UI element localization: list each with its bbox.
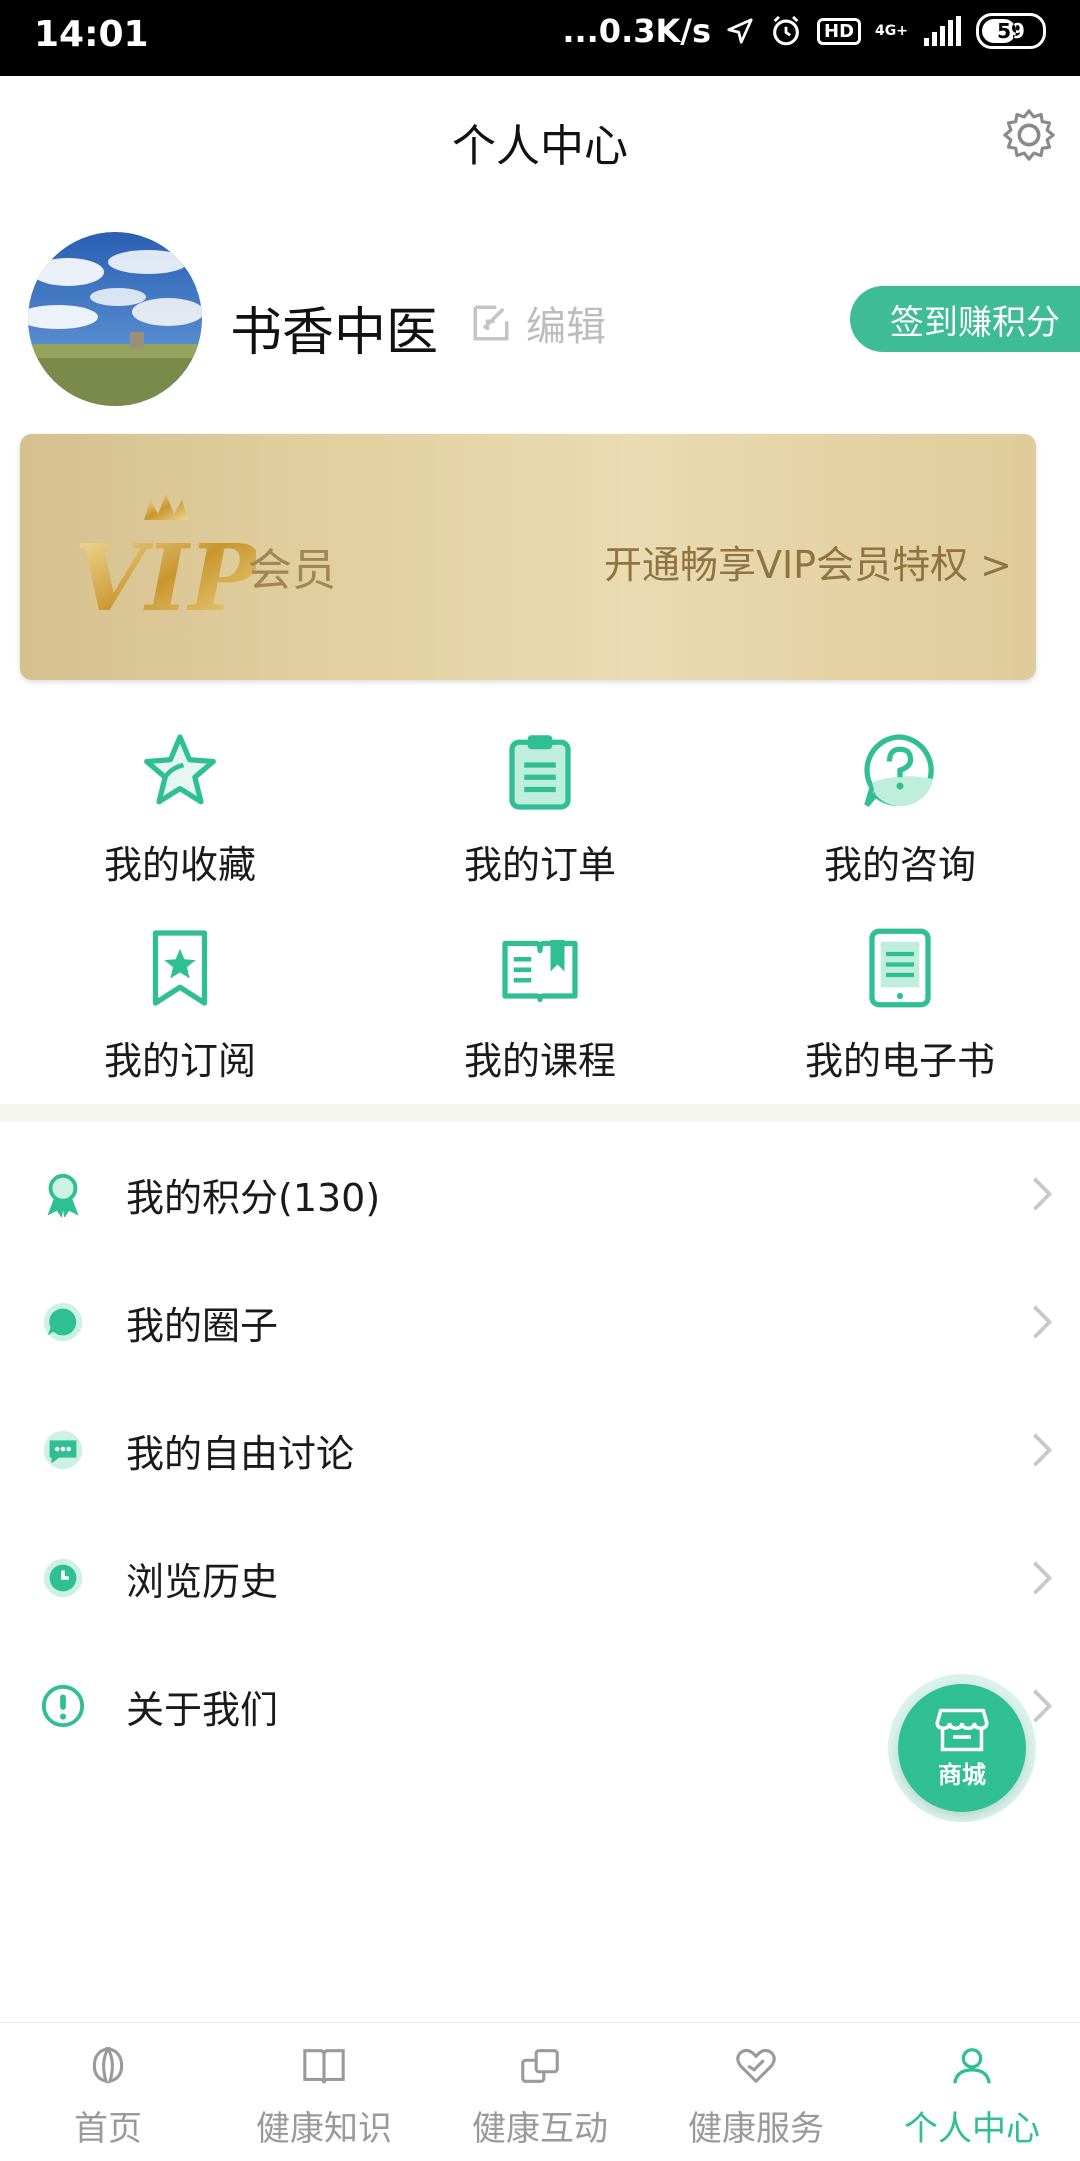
- page-header: 个人中心: [0, 76, 1080, 200]
- heart-hands-icon: [736, 2048, 776, 2083]
- battery-indicator: 59: [976, 13, 1046, 49]
- grid-label: 我的订单: [463, 843, 616, 887]
- username: 书香中医: [230, 303, 439, 363]
- chat-circle-icon: [43, 1302, 83, 1342]
- chevron-right-icon: [1033, 1433, 1053, 1467]
- nav-label: 健康知识: [256, 2109, 392, 2149]
- chat-dots-icon: [43, 1430, 83, 1470]
- grid-item-subscriptions[interactable]: 我的订阅: [0, 926, 360, 1085]
- grid-label: 我的订阅: [103, 1039, 256, 1083]
- vip-banner[interactable]: VIP 会员 开通畅享VIP会员特权 >: [20, 434, 1036, 680]
- vip-logo: VIP: [76, 494, 256, 632]
- interaction-icon: [521, 2049, 559, 2083]
- bookmark-star-icon: [152, 930, 208, 1006]
- grid-item-ebooks[interactable]: 我的电子书: [720, 926, 1080, 1085]
- avatar[interactable]: [28, 232, 202, 406]
- nav-label: 健康互动: [472, 2109, 608, 2149]
- info-exclamation-icon: [41, 1684, 85, 1728]
- store-icon: [935, 1708, 989, 1751]
- chevron-right-icon: [1033, 1561, 1053, 1595]
- chevron-right-icon: [1033, 1689, 1053, 1723]
- bottom-nav: 首页 健康知识 健康互动 健康服务 个人中心: [0, 2022, 1080, 2161]
- status-time: 14:01: [34, 14, 149, 55]
- nav-health-service[interactable]: 健康服务: [648, 2023, 864, 2161]
- clipboard-icon: [509, 735, 571, 810]
- grid-label: 我的收藏: [103, 843, 256, 887]
- grid-label: 我的电子书: [804, 1039, 995, 1083]
- ebook-icon: [869, 928, 931, 1008]
- nav-label: 首页: [74, 2109, 142, 2149]
- svg-text:VIP: VIP: [76, 524, 256, 632]
- list-item-label: 关于我们: [126, 1687, 279, 1732]
- section-divider: [0, 1104, 1080, 1122]
- grid-item-courses[interactable]: 我的课程: [360, 926, 720, 1085]
- grid-item-orders[interactable]: 我的订单: [360, 730, 720, 889]
- nav-home[interactable]: 首页: [0, 2023, 216, 2161]
- star-icon: [144, 734, 216, 805]
- open-book-icon: [502, 940, 578, 1003]
- user-icon: [953, 2048, 991, 2084]
- page-title: 个人中心: [452, 121, 628, 172]
- book-icon: [303, 2049, 345, 2084]
- nav-health-knowledge[interactable]: 健康知识: [216, 2023, 432, 2161]
- edit-profile-button[interactable]: 编辑: [470, 294, 606, 352]
- status-bar: 14:01 ...0.3K/s HD 4G+ 59: [0, 0, 1080, 76]
- battery-level: 59: [997, 19, 1025, 43]
- alarm-icon: [769, 14, 803, 48]
- list-item-discussions[interactable]: 我的自由讨论: [0, 1386, 1080, 1514]
- shop-fab-label: 商城: [938, 1760, 986, 1789]
- checkin-button[interactable]: 签到赚积分: [850, 286, 1080, 352]
- network-speed: ...0.3K/s: [562, 12, 712, 50]
- chevron-right-icon: [1033, 1305, 1053, 1339]
- grid-label: 我的咨询: [823, 843, 976, 887]
- status-right: ...0.3K/s HD 4G+ 59: [562, 12, 1046, 50]
- nav-personal-center[interactable]: 个人中心: [864, 2023, 1080, 2161]
- list-item-label: 我的圈子: [126, 1303, 279, 1348]
- nav-label: 健康服务: [688, 2109, 824, 2149]
- shop-fab-button[interactable]: 商城: [898, 1684, 1026, 1812]
- list-item-label: 我的自由讨论: [126, 1431, 355, 1476]
- gear-icon[interactable]: [1000, 106, 1058, 164]
- vip-cta-link[interactable]: 开通畅享VIP会员特权 >: [604, 534, 1012, 589]
- question-bubble-icon: [864, 734, 934, 807]
- vip-label: 会员: [248, 545, 336, 596]
- location-icon: [725, 16, 755, 46]
- list-item-label: 浏览历史: [126, 1559, 279, 1604]
- chevron-right-icon: [1033, 1177, 1053, 1211]
- nav-label: 个人中心: [904, 2109, 1040, 2149]
- signal-icon: [922, 16, 962, 46]
- award-ribbon-icon: [47, 1173, 79, 1217]
- grid-label: 我的课程: [463, 1039, 616, 1083]
- list-item-label: 我的积分(130): [126, 1175, 381, 1220]
- edit-label: 编辑: [526, 304, 606, 350]
- list-item-points[interactable]: 我的积分(130): [0, 1130, 1080, 1258]
- edit-icon: [473, 305, 509, 341]
- clock-icon: [43, 1558, 83, 1598]
- grid-item-consult[interactable]: 我的咨询: [720, 730, 1080, 889]
- list-item-history[interactable]: 浏览历史: [0, 1514, 1080, 1642]
- home-leaf-icon: [92, 2046, 124, 2084]
- list-item-circles[interactable]: 我的圈子: [0, 1258, 1080, 1386]
- hd-badge: HD: [817, 17, 862, 45]
- grid-item-favorites[interactable]: 我的收藏: [0, 730, 360, 889]
- network-type: 4G+: [875, 23, 908, 39]
- nav-health-interaction[interactable]: 健康互动: [432, 2023, 648, 2161]
